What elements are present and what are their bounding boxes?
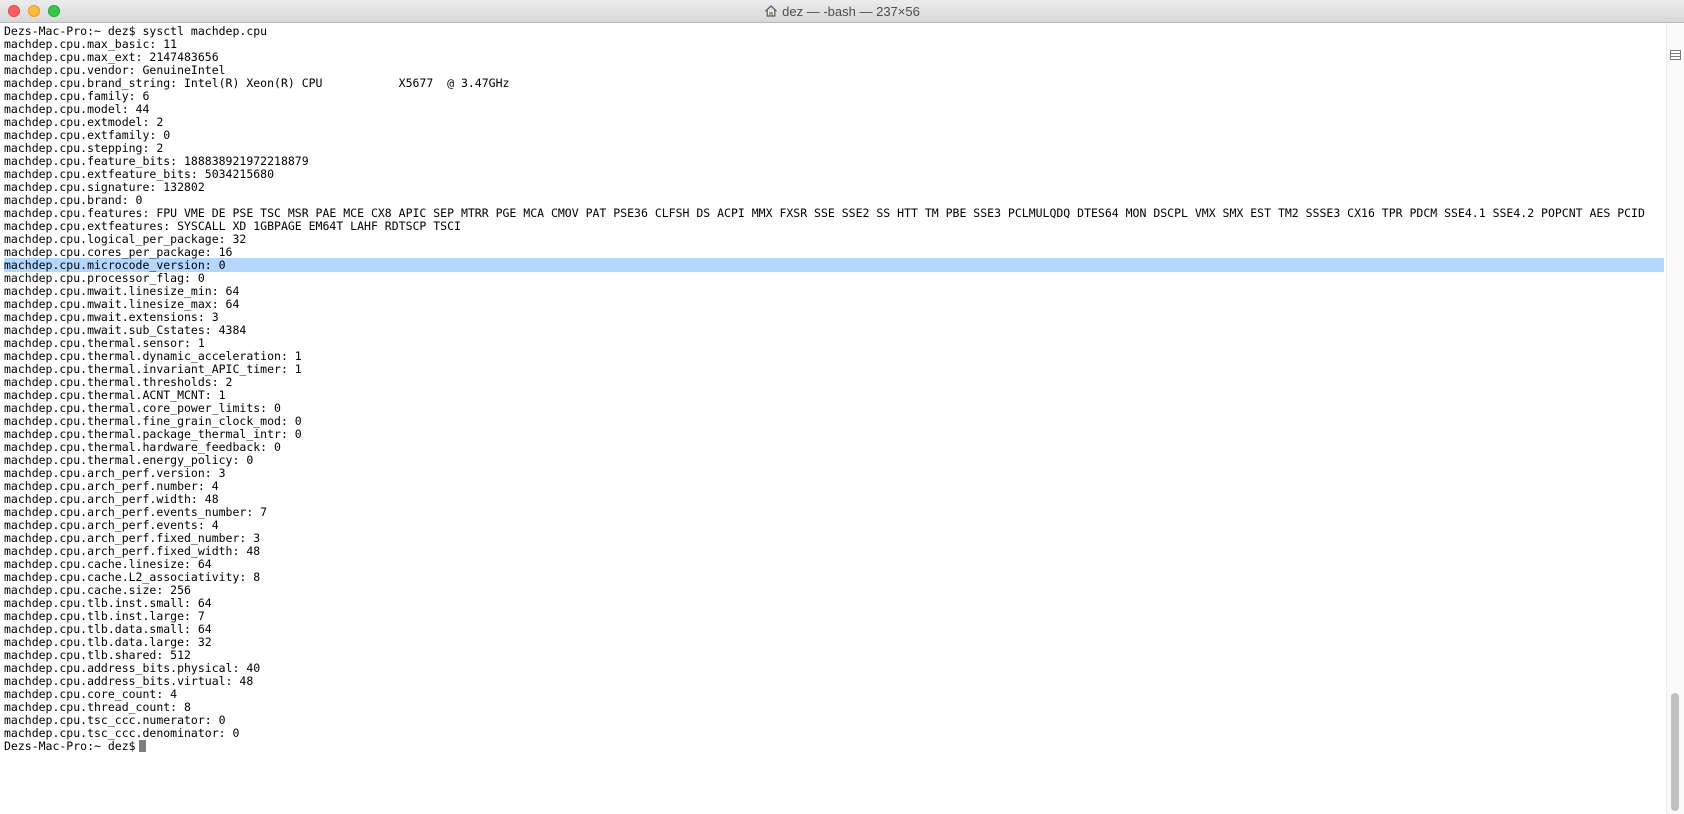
output-line: machdep.cpu.thermal.hardware_feedback: 0 <box>4 440 281 454</box>
output-line: machdep.cpu.features: FPU VME DE PSE TSC… <box>4 206 1645 220</box>
prompt-line[interactable]: Dezs-Mac-Pro:~ dez$ <box>4 739 146 753</box>
scroll-thumb[interactable] <box>1671 693 1679 811</box>
output-line: machdep.cpu.logical_per_package: 32 <box>4 232 247 246</box>
output-line: machdep.cpu.arch_perf.events: 4 <box>4 518 219 532</box>
output-line: machdep.cpu.arch_perf.version: 3 <box>4 466 226 480</box>
output-line: machdep.cpu.address_bits.physical: 40 <box>4 661 261 675</box>
output-line: machdep.cpu.thermal.energy_policy: 0 <box>4 453 254 467</box>
output-line: machdep.cpu.extfeatures: SYSCALL XD 1GBP… <box>4 219 461 233</box>
output-line: machdep.cpu.arch_perf.events_number: 7 <box>4 505 268 519</box>
output-line: machdep.cpu.mwait.linesize_max: 64 <box>4 297 240 311</box>
output-line: machdep.cpu.thermal.package_thermal_intr… <box>4 427 302 441</box>
output-line: machdep.cpu.vendor: GenuineIntel <box>4 63 226 77</box>
output-line: machdep.cpu.address_bits.virtual: 48 <box>4 674 254 688</box>
output-line: machdep.cpu.cores_per_package: 16 <box>4 245 233 259</box>
output-line: machdep.cpu.thermal.invariant_APIC_timer… <box>4 362 302 376</box>
output-line: machdep.cpu.arch_perf.fixed_number: 3 <box>4 531 261 545</box>
terminal-window: dez — -bash — 237×56 Dezs-Mac-Pro:~ dez$… <box>0 0 1684 814</box>
output-line: machdep.cpu.tlb.data.small: 64 <box>4 622 212 636</box>
text-cursor <box>138 740 146 752</box>
output-line: machdep.cpu.microcode_version: 0 <box>4 258 226 272</box>
terminal-output[interactable]: Dezs-Mac-Pro:~ dez$ sysctl machdep.cpu ma… <box>0 23 1666 814</box>
home-icon <box>765 5 778 17</box>
output-line: machdep.cpu.thread_count: 8 <box>4 700 191 714</box>
output-line: machdep.cpu.core_count: 4 <box>4 687 178 701</box>
vertical-scrollbar[interactable] <box>1666 23 1684 814</box>
output-line: machdep.cpu.arch_perf.number: 4 <box>4 479 219 493</box>
prompt-text: Dezs-Mac-Pro:~ dez$ <box>4 739 136 753</box>
output-line: machdep.cpu.max_ext: 2147483656 <box>4 50 219 64</box>
output-line: machdep.cpu.extfamily: 0 <box>4 128 171 142</box>
title-bar[interactable]: dez — -bash — 237×56 <box>0 0 1684 23</box>
output-line: machdep.cpu.thermal.sensor: 1 <box>4 336 205 350</box>
output-line: machdep.cpu.stepping: 2 <box>4 141 164 155</box>
output-line: machdep.cpu.tsc_ccc.numerator: 0 <box>4 713 226 727</box>
output-line: machdep.cpu.family: 6 <box>4 89 150 103</box>
output-line: machdep.cpu.tlb.data.large: 32 <box>4 635 212 649</box>
output-line: machdep.cpu.mwait.linesize_min: 64 <box>4 284 240 298</box>
output-line: machdep.cpu.signature: 132802 <box>4 180 205 194</box>
output-line: machdep.cpu.model: 44 <box>4 102 150 116</box>
window-title-container: dez — -bash — 237×56 <box>0 0 1684 22</box>
selection-highlight <box>4 258 1664 272</box>
output-line: machdep.cpu.cache.linesize: 64 <box>4 557 212 571</box>
window-title: dez — -bash — 237×56 <box>782 3 920 19</box>
output-line: machdep.cpu.brand: 0 <box>4 193 143 207</box>
output-line: machdep.cpu.thermal.thresholds: 2 <box>4 375 233 389</box>
output-line: machdep.cpu.mwait.extensions: 3 <box>4 310 219 324</box>
output-line: machdep.cpu.tlb.inst.small: 64 <box>4 596 212 610</box>
output-line: machdep.cpu.thermal.ACNT_MCNT: 1 <box>4 388 226 402</box>
split-pane-icon[interactable] <box>1670 50 1681 60</box>
output-line: machdep.cpu.tlb.inst.large: 7 <box>4 609 205 623</box>
output-line: machdep.cpu.max_basic: 11 <box>4 37 178 51</box>
output-line: machdep.cpu.brand_string: Intel(R) Xeon(… <box>4 76 510 90</box>
output-line: machdep.cpu.arch_perf.width: 48 <box>4 492 219 506</box>
output-line: machdep.cpu.feature_bits: 18883892197221… <box>4 154 309 168</box>
output-line: machdep.cpu.thermal.dynamic_acceleration… <box>4 349 302 363</box>
output-line: machdep.cpu.cache.size: 256 <box>4 583 191 597</box>
output-line: machdep.cpu.cache.L2_associativity: 8 <box>4 570 261 584</box>
output-line: machdep.cpu.thermal.fine_grain_clock_mod… <box>4 414 302 428</box>
output-line: machdep.cpu.tsc_ccc.denominator: 0 <box>4 726 240 740</box>
output-line: machdep.cpu.thermal.core_power_limits: 0 <box>4 401 281 415</box>
output-line: machdep.cpu.processor_flag: 0 <box>4 271 205 285</box>
command-line: Dezs-Mac-Pro:~ dez$ sysctl machdep.cpu <box>4 24 268 38</box>
output-line: machdep.cpu.mwait.sub_Cstates: 4384 <box>4 323 247 337</box>
output-line: machdep.cpu.extfeature_bits: 5034215680 <box>4 167 275 181</box>
output-line: machdep.cpu.tlb.shared: 512 <box>4 648 191 662</box>
output-line: machdep.cpu.extmodel: 2 <box>4 115 164 129</box>
output-line: machdep.cpu.arch_perf.fixed_width: 48 <box>4 544 261 558</box>
